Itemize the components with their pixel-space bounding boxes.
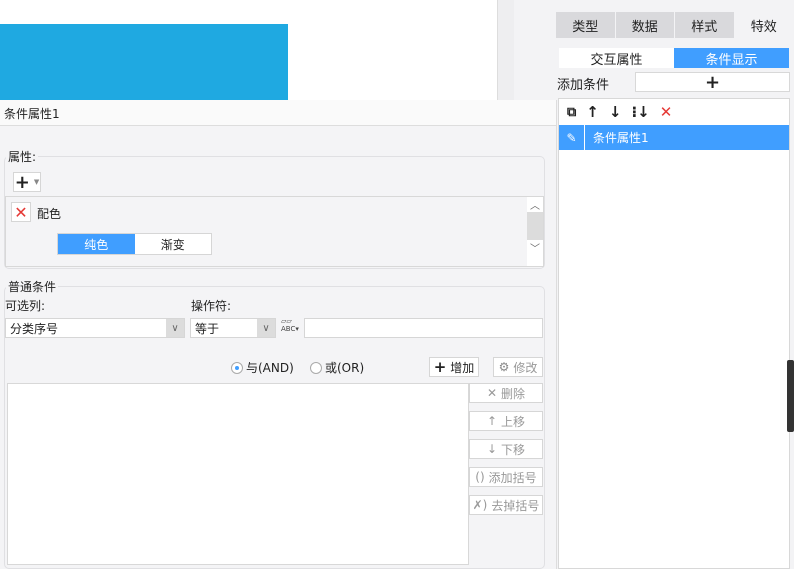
attribute-scrollbar[interactable]: ︿ ﹀ <box>527 197 543 266</box>
and-radio[interactable]: 与(AND) <box>231 359 294 376</box>
radio-selected-icon <box>231 362 243 374</box>
property-tabs: 类型 数据 样式 特效 <box>556 12 794 38</box>
tab-type[interactable]: 类型 <box>556 12 616 38</box>
arrow-up-icon: ↑ <box>486 414 498 428</box>
operator-label: 操作符: <box>191 299 232 313</box>
attribute-list: ✕ 配色 纯色 渐变 ︿ ﹀ <box>5 196 544 267</box>
mode-gradient[interactable]: 渐变 <box>134 234 211 254</box>
delete-icon[interactable]: ✕ <box>660 103 673 121</box>
plus-icon: + <box>14 171 30 193</box>
close-icon: ✕ <box>14 202 28 222</box>
value-type-icon[interactable]: ▱▱ ABC▾ <box>281 317 299 333</box>
delete-label: 删除 <box>501 386 526 401</box>
column-value: 分类序号 <box>10 321 59 336</box>
operator-value: 等于 <box>195 321 220 336</box>
condition-list[interactable] <box>7 383 469 565</box>
column-label: 可选列: <box>5 299 46 313</box>
move-up-icon[interactable]: ↑ <box>586 103 599 121</box>
dropdown-caret-icon: ▼ <box>33 178 40 186</box>
value-input[interactable] <box>304 318 543 338</box>
dialog-title: 条件属性1 <box>0 100 556 126</box>
chevron-down-icon: ∨ <box>257 319 275 337</box>
attribute-name: 配色 <box>37 207 62 221</box>
remove-parenthesis-label: 去掉括号 <box>491 498 540 513</box>
move-bottom-icon[interactable]: ⁝↓ <box>631 103 649 121</box>
condition-list-panel: ⧉ ↑ ↓ ⁝↓ ✕ ✎ 条件属性1 <box>558 98 790 569</box>
normal-conditions-label: 普通条件 <box>6 278 59 295</box>
scroll-up-icon[interactable]: ︿ <box>527 197 543 212</box>
chevron-down-icon: ∨ <box>166 319 184 337</box>
move-down-button[interactable]: ↓ 下移 <box>469 439 543 459</box>
column-select[interactable]: 分类序号 ∨ <box>5 318 185 338</box>
move-down-icon[interactable]: ↓ <box>609 103 622 121</box>
add-label: 增加 <box>450 360 475 375</box>
plus-icon: + <box>433 358 447 376</box>
operator-select[interactable]: 等于 ∨ <box>190 318 276 338</box>
or-label: 或(OR) <box>325 361 365 375</box>
close-icon: ✕ <box>486 386 498 400</box>
delete-button[interactable]: ✕ 删除 <box>469 383 543 403</box>
add-condition-label: 添加条件 <box>557 78 610 93</box>
canvas-scrollbar[interactable] <box>497 0 514 100</box>
parenthesis-icon: () <box>475 470 485 484</box>
add-attribute-button[interactable]: + ▼ <box>13 171 41 193</box>
arrow-down-icon: ↓ <box>486 442 498 456</box>
attributes-label: 属性: <box>6 148 39 165</box>
radio-icon <box>310 362 322 374</box>
move-up-label: 上移 <box>501 414 526 429</box>
add-parenthesis-label: 添加括号 <box>488 470 537 485</box>
condition-dialog: 条件属性1 属性: + ▼ ✕ 配色 纯色 渐变 ︿ ﹀ 普通条件 可选列: 操作… <box>0 100 557 569</box>
subtab-condition-display[interactable]: 条件显示 <box>674 48 789 68</box>
effects-subtabs: 交互属性 条件显示 <box>559 48 789 68</box>
scroll-down-icon[interactable]: ﹀ <box>527 240 543 255</box>
color-mode-toggle: 纯色 渐变 <box>57 233 212 255</box>
tab-style[interactable]: 样式 <box>675 12 735 38</box>
modify-label: 修改 <box>513 360 538 375</box>
move-up-button[interactable]: ↑ 上移 <box>469 411 543 431</box>
remove-parenthesis-button[interactable]: ✗) 去掉括号 <box>469 495 543 515</box>
tab-data[interactable]: 数据 <box>615 12 675 38</box>
remove-parenthesis-icon: ✗) <box>472 498 488 512</box>
subtab-interaction[interactable]: 交互属性 <box>559 48 674 68</box>
scroll-thumb[interactable] <box>527 212 543 240</box>
and-label: 与(AND) <box>246 361 294 375</box>
list-item-label: 条件属性1 <box>593 131 649 145</box>
gear-icon: ⚙ <box>498 360 510 374</box>
add-button[interactable]: + 增加 <box>429 357 479 377</box>
add-condition-button[interactable]: + <box>635 71 790 93</box>
side-handle[interactable] <box>787 360 794 432</box>
add-parenthesis-button[interactable]: () 添加括号 <box>469 467 543 487</box>
copy-icon[interactable]: ⧉ <box>567 105 576 120</box>
list-toolbar: ⧉ ↑ ↓ ⁝↓ ✕ <box>559 99 789 125</box>
modify-button[interactable]: ⚙ 修改 <box>493 357 543 377</box>
tab-effects[interactable]: 特效 <box>734 12 794 38</box>
or-radio[interactable]: 或(OR) <box>310 359 364 376</box>
chart-element[interactable] <box>0 24 288 100</box>
remove-attribute-button[interactable]: ✕ <box>11 202 31 222</box>
edit-pencil-icon[interactable]: ✎ <box>559 125 585 150</box>
list-item[interactable]: ✎ 条件属性1 <box>559 125 789 150</box>
mode-solid[interactable]: 纯色 <box>58 234 135 254</box>
plus-icon: + <box>704 71 721 93</box>
move-down-label: 下移 <box>501 442 526 457</box>
